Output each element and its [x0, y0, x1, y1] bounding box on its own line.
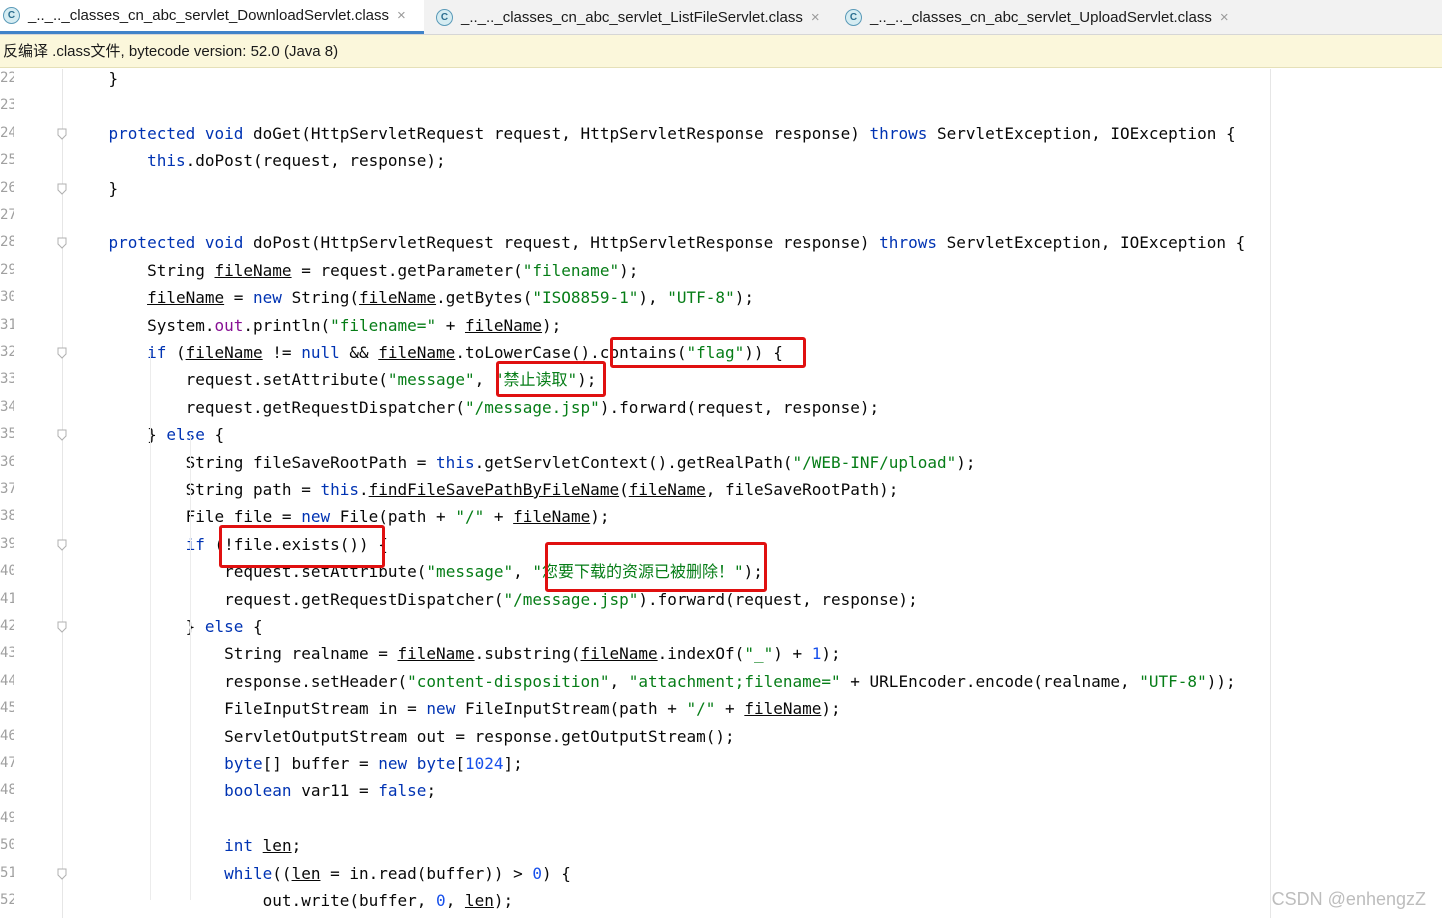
- fold-marker-icon[interactable]: [57, 429, 67, 441]
- line-number: 23: [0, 97, 14, 114]
- line-number: 33: [0, 371, 14, 388]
- code-line: byte[] buffer = new byte[1024];: [224, 754, 523, 773]
- code-line: out.write(buffer, 0, len);: [70, 891, 514, 910]
- code-line: String realname = fileName.substring(fil…: [70, 644, 841, 664]
- line-number: 36: [0, 453, 14, 470]
- line-number: 30: [0, 289, 14, 306]
- line-number: 28: [0, 234, 14, 251]
- decompiler-notice-banner: 反编译 .class文件, bytecode version: 52.0 (Ja…: [0, 35, 1442, 68]
- code-line: request.getRequestDispatcher("/message.j…: [70, 397, 880, 417]
- red-highlight-box: [610, 337, 806, 368]
- editor-tab-bar: C _.._.._classes_cn_abc_servlet_Download…: [0, 0, 1442, 35]
- tab-download-servlet[interactable]: C _.._.._classes_cn_abc_servlet_Download…: [0, 0, 424, 34]
- line-number: 47: [0, 755, 14, 771]
- code-line: System.out.println("filename=" + fileNam…: [70, 315, 562, 335]
- code-line: fileName = new String(fileName.getBytes(…: [147, 288, 754, 308]
- watermark: CSDN @enhengzZ: [1271, 889, 1426, 909]
- line-number: 43: [0, 645, 14, 662]
- fold-marker-icon[interactable]: [57, 868, 67, 880]
- line-number: 42: [0, 618, 14, 634]
- fold-marker-icon[interactable]: [57, 128, 67, 140]
- line-number: 49: [0, 809, 14, 826]
- code-line: boolean var11 = false;: [224, 781, 437, 801]
- close-icon[interactable]: ×: [811, 9, 820, 26]
- line-number: 40: [0, 563, 14, 580]
- line-number: 26: [0, 179, 14, 196]
- tab-listfile-servlet[interactable]: C _.._.._classes_cn_abc_servlet_ListFile…: [433, 0, 833, 34]
- code-line: int len;: [224, 836, 302, 856]
- line-number: 37: [0, 481, 14, 497]
- line-number: 48: [0, 782, 14, 799]
- fold-marker-icon[interactable]: [57, 539, 67, 551]
- code-line: } else {: [70, 617, 263, 636]
- code-line: String fileSaveRootPath = this.getServle…: [70, 452, 976, 472]
- line-number-gutter: 22 23 24 25 26 27 28 29 30 31 32 33 34 35 36 37 38 39 40 41…: [0, 69, 63, 918]
- class-file-icon: C: [3, 7, 20, 24]
- code-line: protected void doGet(HttpServletRequest …: [108, 123, 1236, 143]
- code-line: }: [70, 178, 119, 198]
- code-line: while((len = in.read(buffer)) > 0) {: [224, 863, 571, 883]
- fold-marker-icon[interactable]: [57, 237, 67, 250]
- fold-marker-icon[interactable]: [57, 347, 67, 359]
- code-line: request.getRequestDispatcher("/message.j…: [70, 589, 918, 609]
- line-number: 52: [0, 892, 14, 908]
- line-number: 22: [0, 70, 14, 86]
- tab-label: _.._.._classes_cn_abc_servlet_DownloadSe…: [28, 7, 390, 24]
- class-file-icon: C: [845, 8, 862, 26]
- line-number: 31: [0, 316, 14, 333]
- line-number: 39: [0, 535, 14, 552]
- line-number: 50: [0, 837, 14, 854]
- fold-marker-icon[interactable]: [57, 621, 67, 633]
- indent-guide: [190, 434, 191, 900]
- line-number: 32: [0, 344, 14, 360]
- red-highlight-box: [496, 361, 606, 397]
- code-line: this.doPost(request, response);: [147, 151, 446, 171]
- tab-label: _.._.._classes_cn_abc_servlet_UploadServ…: [870, 8, 1212, 26]
- line-number: 27: [0, 207, 14, 223]
- tab-label: _.._.._classes_cn_abc_servlet_ListFileSe…: [461, 8, 803, 26]
- line-number: 34: [0, 398, 14, 415]
- line-number: 24: [0, 124, 14, 141]
- line-number: 29: [0, 261, 14, 278]
- code-line: } else {: [70, 425, 225, 445]
- code-line: String fileName = request.getParameter("…: [70, 260, 639, 280]
- code-line: }: [70, 69, 119, 88]
- indent-guide: [150, 352, 151, 900]
- line-number: 45: [0, 700, 14, 717]
- close-icon[interactable]: ×: [397, 7, 406, 24]
- code-line: ServletOutputStream out = response.getOu…: [70, 726, 735, 746]
- red-highlight-box: [219, 525, 385, 568]
- right-margin-guide: [1270, 69, 1271, 918]
- class-file-icon: C: [436, 8, 453, 26]
- tab-upload-servlet[interactable]: C _.._.._classes_cn_abc_servlet_UploadSe…: [842, 0, 1242, 34]
- line-number: 38: [0, 508, 14, 525]
- code-line: String path = this.findFileSavePathByFil…: [70, 480, 899, 499]
- code-line: response.setHeader("content-disposition"…: [70, 671, 1236, 691]
- code-line: FileInputStream in = new FileInputStream…: [70, 699, 841, 719]
- red-highlight-box: [545, 542, 767, 592]
- close-icon[interactable]: ×: [1220, 9, 1229, 26]
- line-number: 35: [0, 426, 14, 443]
- line-number: 25: [0, 152, 14, 169]
- line-number: 46: [0, 727, 14, 744]
- line-number: 41: [0, 590, 14, 607]
- line-number: 44: [0, 672, 14, 689]
- fold-marker-icon[interactable]: [57, 183, 67, 195]
- code-line: protected void doPost(HttpServletRequest…: [108, 233, 1246, 253]
- line-number: 51: [0, 864, 14, 881]
